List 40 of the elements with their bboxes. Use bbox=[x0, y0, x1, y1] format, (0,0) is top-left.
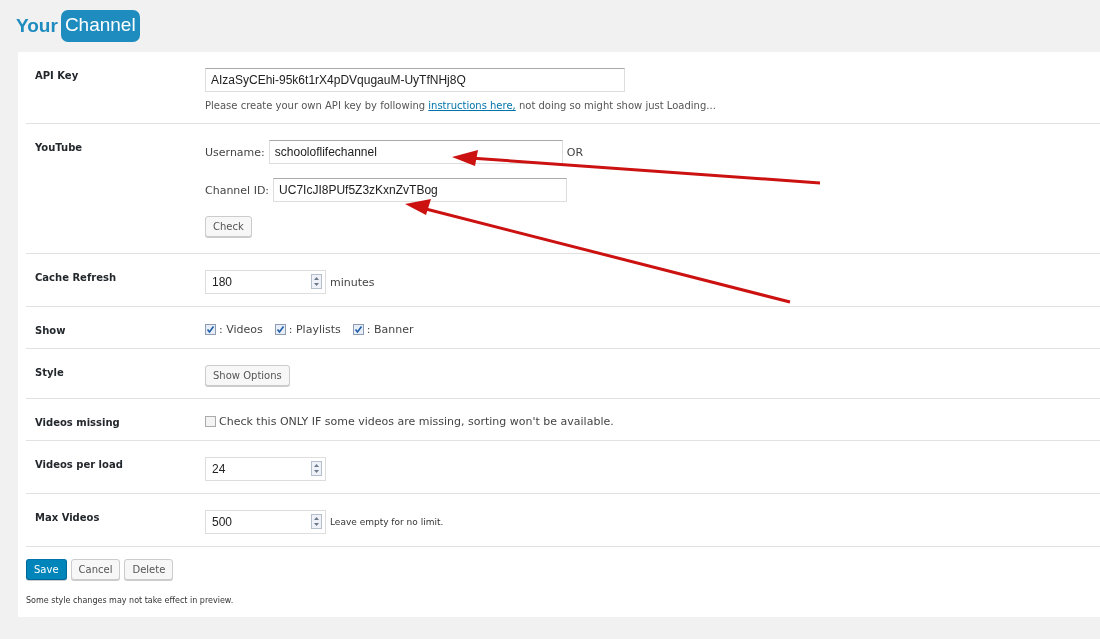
checkbox[interactable] bbox=[205, 416, 216, 427]
row-label: Cache Refresh bbox=[34, 271, 117, 285]
unit-label: minutes bbox=[330, 275, 375, 289]
logo-text: Your bbox=[16, 15, 58, 37]
show-options-button[interactable]: Show Options bbox=[205, 365, 290, 386]
checkbox-label: : Banner bbox=[366, 323, 414, 336]
field-label: Channel ID: bbox=[205, 183, 270, 197]
check-button[interactable]: Check bbox=[205, 216, 252, 237]
logo-badge: Channel bbox=[60, 10, 140, 42]
number-field[interactable]: 180 bbox=[205, 270, 326, 294]
row-label: YouTube bbox=[34, 141, 84, 155]
checkbox-label: : Playlists bbox=[288, 323, 341, 336]
row-label: API Key bbox=[34, 69, 80, 83]
api-key-field[interactable]: AIzaSyCEhi-95k6t1rX4pDVqugauM-UyTfNHj8Q bbox=[205, 68, 625, 92]
footer-note: Some style changes may not take effect in preview. bbox=[26, 595, 235, 605]
checkbox[interactable] bbox=[205, 324, 216, 335]
hint-text: Leave empty for no limit. bbox=[330, 517, 444, 527]
or-label: OR bbox=[566, 145, 584, 159]
input-field[interactable]: schooloflifechannel bbox=[268, 140, 563, 164]
number-field[interactable]: 24 bbox=[205, 457, 326, 481]
checkbox[interactable] bbox=[352, 324, 364, 335]
help-text: Please create your own API key by following instructions here, not doing so might show just Loading... bbox=[205, 100, 716, 111]
input-field[interactable]: UC7IcJI8PUf5Z3zKxnZvTBog bbox=[273, 178, 568, 202]
action-button[interactable]: Delete bbox=[124, 559, 174, 580]
action-button[interactable]: Cancel bbox=[70, 559, 121, 580]
spinner-icon[interactable] bbox=[311, 514, 322, 529]
row-label: Show bbox=[34, 324, 67, 336]
checkbox-label: : Videos bbox=[219, 323, 263, 336]
checkbox-label: Check this ONLY IF some videos are missing, sorting won't be available. bbox=[219, 415, 614, 428]
row-label: Style bbox=[34, 366, 65, 380]
spinner-icon[interactable] bbox=[311, 274, 322, 289]
number-field[interactable]: 500 bbox=[205, 510, 326, 534]
row-label: Videos missing bbox=[34, 416, 121, 428]
field-label: Username: bbox=[205, 145, 265, 159]
instructions-link[interactable]: instructions here, bbox=[428, 100, 516, 111]
row-label: Videos per load bbox=[34, 458, 124, 472]
spinner-icon[interactable] bbox=[311, 461, 322, 476]
action-button[interactable]: Save bbox=[26, 559, 67, 580]
row-label: Max Videos bbox=[34, 511, 101, 525]
checkbox[interactable] bbox=[274, 324, 286, 335]
